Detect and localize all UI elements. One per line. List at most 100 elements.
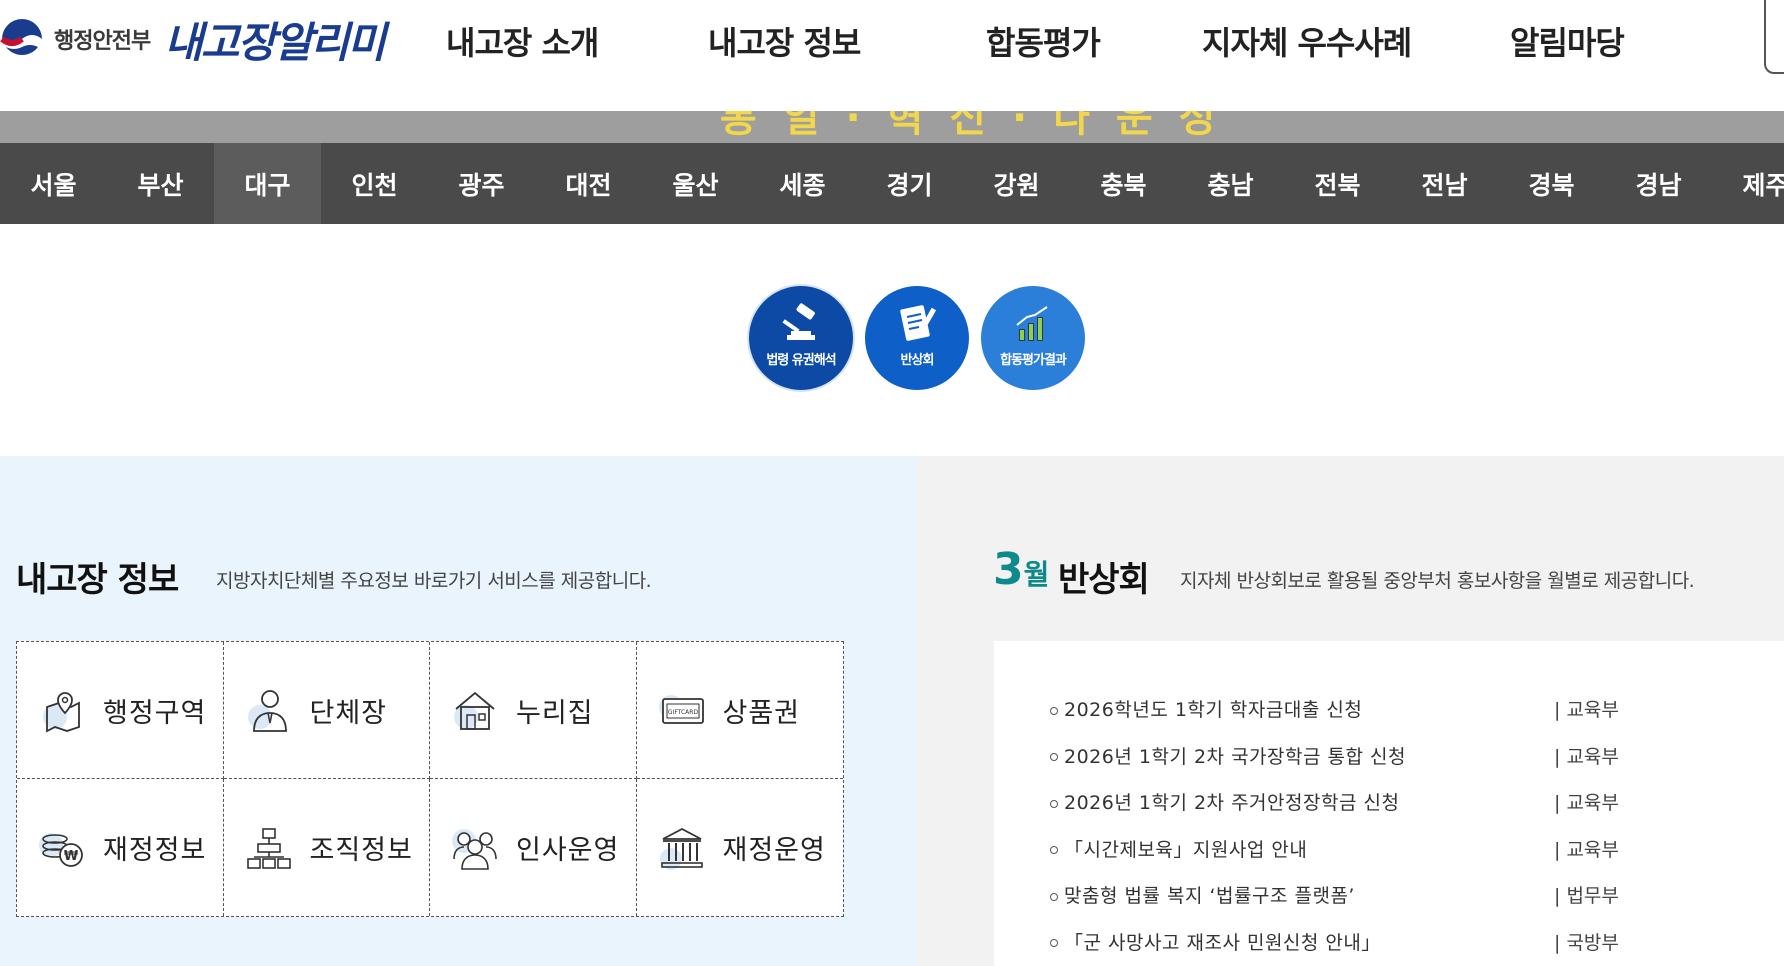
bullet-icon	[1050, 846, 1058, 854]
banhoe-item[interactable]: 맞춤형 법률 복지 ‘법률구조 플랫폼’	[1050, 881, 1355, 908]
region-tab[interactable]: 울산	[642, 143, 749, 224]
info-label: 누리집	[516, 697, 594, 729]
gift-card-icon: GIFTCARD	[658, 695, 704, 724]
region-nav: 서울 부산 대구 인천 광주 대전 울산 세종 경기 강원 충북 충남 전북 전남 경북 경남 제주	[0, 143, 1784, 224]
map-pin-icon	[43, 692, 80, 733]
menu-best-practice[interactable]: 지자체 우수사례	[1202, 18, 1412, 64]
banhoe-month: 3월	[993, 544, 1049, 595]
brand-title: 내고장알리미	[164, 17, 386, 67]
ministry-name: 행정안전부	[54, 29, 151, 54]
banhoe-desc: 지자체 반상회보로 활용될 중앙부처 홍보사항을 월별로 제공합니다.	[1180, 570, 1695, 592]
bullet-icon	[1050, 706, 1058, 715]
region-tab[interactable]: 경남	[1605, 143, 1712, 224]
info-personnel[interactable]: 인사운영	[430, 779, 637, 916]
info-organization[interactable]: 조직정보	[224, 779, 430, 916]
banhoe-item-org: | 법무부	[1554, 885, 1619, 907]
info-label: 상품권	[722, 697, 801, 729]
won-coins-icon: ₩	[39, 832, 83, 867]
main-banner: 통 일 · 혁 신 · 다 운 성	[0, 111, 1784, 143]
region-tab[interactable]: 강원	[963, 143, 1070, 224]
info-homepage[interactable]: 누리집	[430, 642, 637, 779]
banhoe-item-title: 2026학년도 1학기 학자금대출 신청	[1064, 699, 1363, 721]
site-logo[interactable]: 행정안전부 내고장알리미	[0, 14, 386, 67]
quick-banhoe[interactable]: 반상회	[865, 286, 969, 390]
banhoe-item-org: | 교육부	[1554, 699, 1619, 721]
region-tab[interactable]: 충북	[1070, 143, 1177, 224]
org-chart-icon	[246, 827, 291, 869]
banhoe-item-title: 맞춤형 법률 복지 ‘법률구조 플랫폼’	[1064, 885, 1355, 907]
svg-text:GIFTCARD: GIFTCARD	[667, 709, 698, 716]
region-tab[interactable]: 대전	[535, 143, 642, 224]
region-tab[interactable]: 광주	[428, 143, 535, 224]
banhoe-item-org: | 교육부	[1554, 745, 1619, 768]
info-admin-district[interactable]: 행정구역	[17, 642, 224, 779]
menu-info[interactable]: 내고장 정보	[708, 18, 861, 64]
bullet-icon	[1050, 799, 1058, 808]
local-info-desc: 지방자치단체별 주요정보 바로가기 서비스를 제공합니다.	[216, 570, 652, 592]
info-label: 행정구역	[103, 697, 207, 729]
local-info-title: 내고장 정보	[16, 560, 179, 600]
bullet-icon	[1050, 892, 1058, 901]
banhoe-item-title: 「시간제보육」지원사업 안내	[1064, 838, 1308, 861]
document-pen-icon	[900, 304, 937, 341]
banhoe-item-title: 2026년 1학기 2차 국가장학금 통합 신청	[1064, 745, 1406, 768]
bar-chart-icon	[1016, 305, 1048, 341]
local-info-grid: 행정구역 단체장 누리집 GIFTCARD 상품권 ₩ 재정정보 조직정보 인사…	[16, 641, 844, 917]
quick-legal-interpretation[interactable]: 법령 유권해석	[749, 286, 853, 390]
menu-notice[interactable]: 알림마당	[1510, 18, 1625, 64]
region-tab[interactable]: 충남	[1177, 143, 1284, 224]
person-icon	[247, 690, 287, 732]
government-emblem-icon	[0, 19, 42, 59]
banhoe-item[interactable]: 2026학년도 1학기 학자금대출 신청	[1050, 695, 1362, 722]
info-gift-certificate[interactable]: GIFTCARD 상품권	[636, 642, 843, 779]
region-tab[interactable]: 인천	[321, 143, 428, 224]
month-number: 3	[993, 544, 1024, 595]
svg-text:₩: ₩	[64, 849, 79, 864]
region-tab[interactable]: 경북	[1498, 143, 1605, 224]
region-tab[interactable]: 전북	[1284, 143, 1391, 224]
house-icon	[454, 691, 495, 730]
region-tab[interactable]: 경기	[856, 143, 963, 224]
region-tab[interactable]: 서울	[0, 143, 107, 224]
banhoe-item-title: 2026년 1학기 2차 주거안정장학금 신청	[1064, 792, 1400, 814]
month-suffix: 월	[1023, 558, 1050, 591]
quick-label: 합동평가결과	[1000, 352, 1067, 368]
banhoe-item-org: | 교육부	[1554, 792, 1619, 814]
region-tab[interactable]: 전남	[1391, 143, 1498, 224]
info-label: 재정운영	[722, 835, 826, 866]
region-tab[interactable]: 제주	[1712, 143, 1784, 224]
info-label: 인사운영	[516, 835, 620, 866]
people-icon	[452, 828, 497, 870]
banhoe-title: 반상회	[1058, 560, 1150, 600]
banner-text: 통 일 · 혁 신 · 다 운 성	[720, 111, 1222, 141]
banhoe-item[interactable]: 「시간제보육」지원사업 안내	[1050, 835, 1307, 862]
info-label: 조직정보	[309, 835, 413, 866]
info-label: 단체장	[309, 697, 388, 729]
bullet-icon	[1050, 939, 1058, 947]
info-finance-operation[interactable]: 재정운영	[637, 779, 844, 916]
header-side-panel-edge[interactable]	[1764, 0, 1784, 74]
quick-links: 법령 유권해석 반상회 합동평가결과	[749, 286, 1085, 390]
region-tab[interactable]: 세종	[749, 143, 856, 224]
info-head-of-government[interactable]: 단체장	[223, 642, 430, 779]
gavel-icon	[782, 302, 815, 340]
menu-intro[interactable]: 내고장 소개	[446, 18, 599, 64]
banhoe-item[interactable]: 「군 사망사고 재조사 민원신청 안내」	[1050, 928, 1381, 955]
menu-evaluation[interactable]: 합동평가	[986, 18, 1101, 64]
banhoe-list: 2026학년도 1학기 학자금대출 신청 | 교육부 2026년 1학기 2차 국가…	[994, 641, 1784, 966]
quick-label: 반상회	[900, 352, 935, 368]
region-tab[interactable]: 부산	[107, 143, 214, 224]
banhoe-item[interactable]: 2026년 1학기 2차 주거안정장학금 신청	[1050, 788, 1399, 815]
banhoe-item-org: | 국방부	[1554, 931, 1619, 954]
region-tab[interactable]: 대구	[214, 143, 321, 224]
site-header: 행정안전부 내고장알리미 내고장 소개 내고장 정보 합동평가 지자체 우수사례…	[0, 0, 1784, 111]
info-finance[interactable]: ₩ 재정정보	[17, 779, 224, 916]
banhoe-item-org: | 교육부	[1554, 838, 1619, 861]
bullet-icon	[1050, 753, 1058, 761]
banhoe-item-title: 「군 사망사고 재조사 민원신청 안내」	[1064, 931, 1381, 954]
info-label: 재정정보	[103, 835, 207, 866]
quick-label: 법령 유권해석	[766, 352, 836, 368]
banhoe-item[interactable]: 2026년 1학기 2차 국가장학금 통합 신청	[1050, 742, 1406, 769]
building-icon	[659, 827, 703, 870]
quick-evaluation-results[interactable]: 합동평가결과	[981, 286, 1085, 390]
